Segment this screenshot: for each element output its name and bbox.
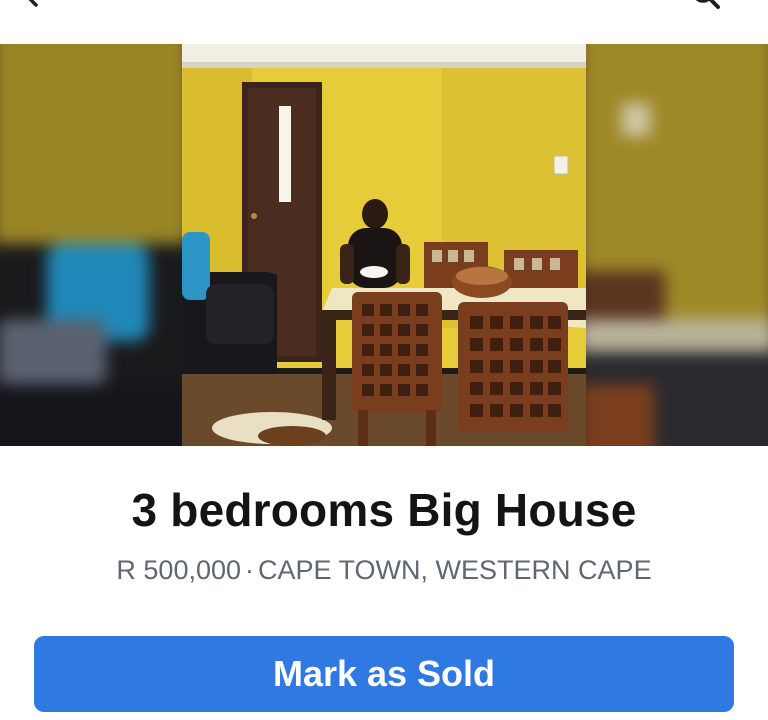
listing-title: 3 bedrooms Big House — [131, 484, 637, 536]
listing-price: R 500,000 — [116, 555, 242, 585]
top-bar — [0, 0, 768, 44]
photo-blur-left — [0, 44, 182, 446]
listing-photo[interactable] — [182, 44, 586, 446]
photo-carousel[interactable] — [0, 44, 768, 446]
separator-dot: · — [245, 555, 255, 585]
listing-location: CAPE TOWN, WESTERN CAPE — [258, 555, 652, 585]
arrow-back-icon[interactable] — [24, 0, 52, 8]
listing-subtitle: R 500,000 · CAPE TOWN, WESTERN CAPE — [0, 553, 768, 587]
mark-as-sold-button[interactable]: Mark as Sold — [34, 636, 734, 712]
photo-blur-right — [586, 44, 768, 446]
search-icon[interactable] — [690, 0, 722, 10]
